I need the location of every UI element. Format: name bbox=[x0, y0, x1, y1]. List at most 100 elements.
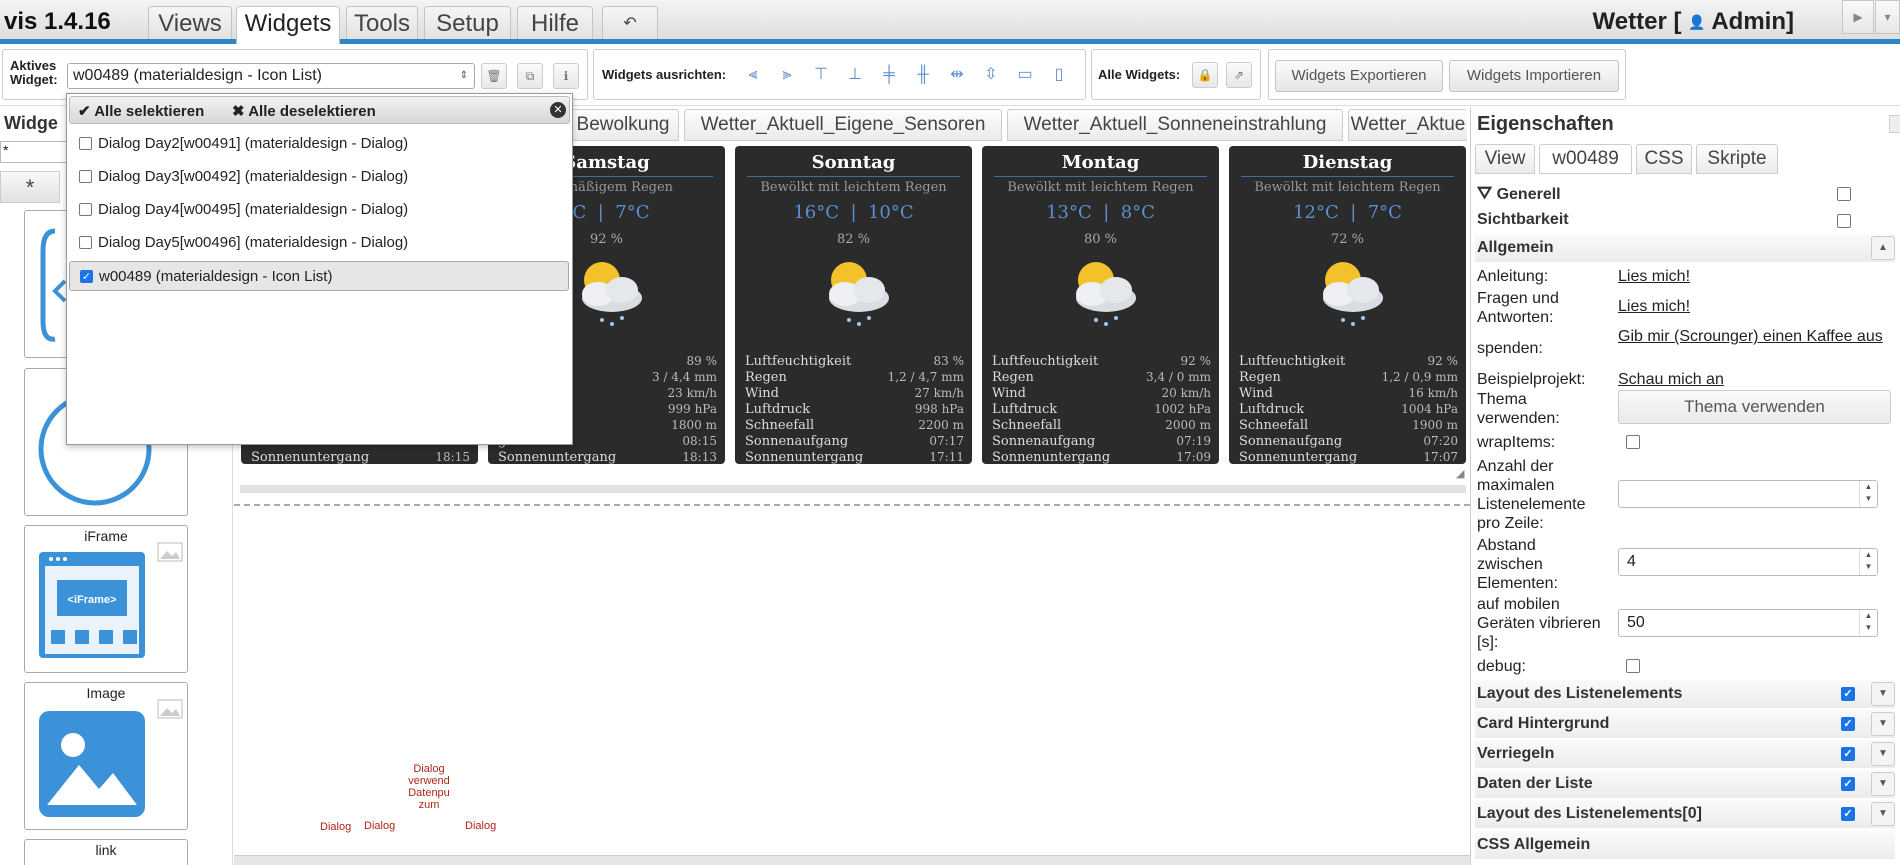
popup-item[interactable]: Dialog Day4[w00495] (materialdesign - Di… bbox=[69, 195, 569, 225]
lock-all-button[interactable]: 🔒 bbox=[1192, 62, 1218, 88]
palette-filter-input[interactable]: * bbox=[0, 141, 70, 163]
expand-button[interactable]: ▼ bbox=[1871, 682, 1895, 706]
section-checkbox[interactable]: ✓ bbox=[1841, 747, 1855, 761]
sichtbarkeit-row[interactable]: Sichtbarkeit bbox=[1477, 211, 1569, 229]
vibrieren-input[interactable]: 50 ▲ ▼ bbox=[1618, 609, 1878, 637]
property-section[interactable]: Layout des Listenelements[0] ✓ ▼ bbox=[1475, 800, 1895, 828]
thema-button[interactable]: Thema verwenden bbox=[1618, 390, 1891, 424]
popup-item-checkbox[interactable]: ✓ bbox=[80, 270, 93, 283]
popup-item-checkbox[interactable] bbox=[79, 203, 92, 216]
section-checkbox[interactable]: ✓ bbox=[1841, 777, 1855, 791]
generell-checkbox[interactable] bbox=[1837, 187, 1851, 201]
palette-card-iframe[interactable]: iFrame <iFrame> bbox=[24, 525, 188, 673]
anleitung-link[interactable]: Lies mich! bbox=[1618, 267, 1690, 286]
same-height-icon[interactable]: ▯ bbox=[1046, 62, 1072, 88]
tab-hilfe[interactable]: Hilfe bbox=[517, 6, 593, 39]
view-tab-eigene-sensoren[interactable]: Wetter_Aktuell_Eigene_Sensoren bbox=[684, 109, 1002, 141]
props-tab-view[interactable]: View bbox=[1475, 144, 1535, 174]
collapse-button[interactable]: ▲ bbox=[1871, 236, 1895, 260]
import-widgets-button[interactable]: Widgets Importieren bbox=[1449, 60, 1619, 92]
abstand-input[interactable]: 4 ▲ ▼ bbox=[1618, 548, 1878, 576]
align-top-icon[interactable]: ⊤ bbox=[808, 62, 834, 88]
expand-button[interactable]: ▼ bbox=[1871, 802, 1895, 826]
check-icon: ✔ bbox=[78, 103, 91, 120]
palette-star-tab[interactable]: * bbox=[0, 171, 60, 203]
align-left-icon[interactable]: ⫷ bbox=[740, 62, 766, 88]
popup-close-button[interactable]: ✕ bbox=[550, 102, 566, 118]
deselect-all-button[interactable]: ✖ Alle deselektieren bbox=[232, 102, 376, 120]
align-center-v-icon[interactable]: ╫ bbox=[910, 62, 936, 88]
align-bottom-icon[interactable]: ⊥ bbox=[842, 62, 868, 88]
weather-card[interactable]: Montag Bewölkt mit leichtem Regen 13°C | 8… bbox=[982, 146, 1219, 465]
canvas-scrollbar[interactable] bbox=[234, 855, 1470, 865]
stepper-icon[interactable]: ▲ ▼ bbox=[1859, 549, 1877, 575]
beispiel-link[interactable]: Schau mich an bbox=[1618, 370, 1724, 389]
popup-item[interactable]: Dialog Day2[w00491] (materialdesign - Di… bbox=[69, 129, 569, 159]
popup-item-checkbox[interactable] bbox=[79, 236, 92, 249]
sichtbarkeit-checkbox[interactable] bbox=[1837, 214, 1851, 228]
popup-item-checkbox[interactable] bbox=[79, 137, 92, 150]
palette-card-link[interactable]: link bbox=[24, 839, 188, 865]
resize-handle-icon[interactable]: ◢ bbox=[1456, 467, 1464, 480]
expand-button[interactable]: ▼ bbox=[1871, 742, 1895, 766]
menu-dropdown-button[interactable]: ▾ bbox=[1875, 0, 1900, 34]
dialog-label-b[interactable]: Dialog bbox=[364, 820, 395, 832]
undo-button[interactable]: ↶ bbox=[602, 6, 658, 39]
property-section[interactable]: Layout des Listenelements ✓ ▼ bbox=[1475, 680, 1895, 708]
section-checkbox[interactable]: ✓ bbox=[1841, 717, 1855, 731]
delete-widget-button[interactable]: 🗑 bbox=[481, 63, 507, 89]
property-section[interactable]: Verriegeln ✓ ▼ bbox=[1475, 740, 1895, 768]
view-tab-sonneneinstrahlung[interactable]: Wetter_Aktuell_Sonneneinstrahlung bbox=[1007, 109, 1343, 141]
stepper-icon[interactable]: ▲ ▼ bbox=[1859, 610, 1877, 636]
wrap-checkbox[interactable] bbox=[1626, 435, 1640, 449]
allgemein-section[interactable]: Allgemein ▲ bbox=[1475, 234, 1895, 262]
weather-card[interactable]: Dienstag Bewölkt mit leichtem Regen 12°C |… bbox=[1229, 146, 1466, 465]
props-tab-skripte[interactable]: Skripte bbox=[1696, 144, 1778, 174]
spenden-link[interactable]: Gib mir (Scrounger) einen Kaffee aus bbox=[1618, 327, 1888, 346]
distribute-v-icon[interactable]: ⇳ bbox=[978, 62, 1004, 88]
popup-item[interactable]: Dialog Day3[w00492] (materialdesign - Di… bbox=[69, 162, 569, 192]
copy-widget-button[interactable]: ⧉ bbox=[517, 63, 543, 89]
active-widget-select[interactable]: w00489 (materialdesign - Icon List) ⇕ bbox=[67, 63, 475, 89]
view-tab-aktuell[interactable]: Wetter_Aktue bbox=[1348, 109, 1467, 141]
props-tab-widget[interactable]: w00489 bbox=[1539, 144, 1632, 174]
tab-tools[interactable]: Tools bbox=[346, 6, 418, 39]
tab-views[interactable]: Views bbox=[148, 6, 232, 39]
dialog-label-c[interactable]: Dialog bbox=[465, 820, 496, 832]
section-checkbox[interactable]: ✓ bbox=[1841, 687, 1855, 701]
debug-checkbox[interactable] bbox=[1626, 659, 1640, 673]
same-width-icon[interactable]: ▭ bbox=[1012, 62, 1038, 88]
align-right-icon[interactable]: ⫸ bbox=[774, 62, 800, 88]
props-tab-css[interactable]: CSS bbox=[1636, 144, 1692, 174]
fragen-link[interactable]: Lies mich! bbox=[1618, 297, 1690, 316]
palette-card-image[interactable]: Image bbox=[24, 682, 188, 830]
export-widgets-button[interactable]: Widgets Exportieren bbox=[1275, 60, 1443, 92]
weather-card[interactable]: Sonntag Bewölkt mit leichtem Regen 16°C | … bbox=[735, 146, 972, 465]
dialog-label-multi[interactable]: Dialog verwend Datenpu zum bbox=[404, 763, 454, 813]
temperature-range: 12°C | 7°C bbox=[1229, 202, 1466, 223]
select-all-button[interactable]: ✔ Alle selektieren bbox=[78, 102, 204, 120]
tab-widgets[interactable]: Widgets bbox=[236, 6, 340, 44]
external-link-button[interactable]: ⇗ bbox=[1226, 62, 1252, 88]
popup-item[interactable]: Dialog Day5[w00496] (materialdesign - Di… bbox=[69, 228, 569, 258]
section-checkbox[interactable]: ✓ bbox=[1841, 807, 1855, 821]
view-tab-bewolkung[interactable]: Bewolkung bbox=[567, 109, 679, 141]
popup-item-checkbox[interactable] bbox=[79, 170, 92, 183]
distribute-h-icon[interactable]: ⇹ bbox=[944, 62, 970, 88]
dialog-label-a[interactable]: Dialog bbox=[320, 821, 351, 833]
align-center-h-icon[interactable]: ╪ bbox=[876, 62, 902, 88]
popup-item[interactable]: ✓ w00489 (materialdesign - Icon List) bbox=[69, 261, 569, 291]
expand-button[interactable]: ▼ bbox=[1871, 712, 1895, 736]
property-section[interactable]: Daten der Liste ✓ ▼ bbox=[1475, 770, 1895, 798]
play-button[interactable]: ▶ bbox=[1842, 0, 1874, 34]
tab-setup[interactable]: Setup bbox=[424, 6, 511, 39]
property-section[interactable]: Card Hintergrund ✓ ▼ bbox=[1475, 710, 1895, 738]
expand-button[interactable]: ▼ bbox=[1871, 772, 1895, 796]
property-section[interactable]: CSS Allgemein bbox=[1475, 831, 1895, 859]
panel-grip[interactable] bbox=[1889, 115, 1900, 133]
view-boundary bbox=[234, 504, 1470, 506]
anzahl-input[interactable]: ▲ ▼ bbox=[1618, 480, 1878, 508]
generell-row[interactable]: ⛛ Generell bbox=[1477, 183, 1561, 204]
stepper-icon[interactable]: ▲ ▼ bbox=[1859, 481, 1877, 507]
info-widget-button[interactable]: ℹ bbox=[553, 63, 579, 89]
